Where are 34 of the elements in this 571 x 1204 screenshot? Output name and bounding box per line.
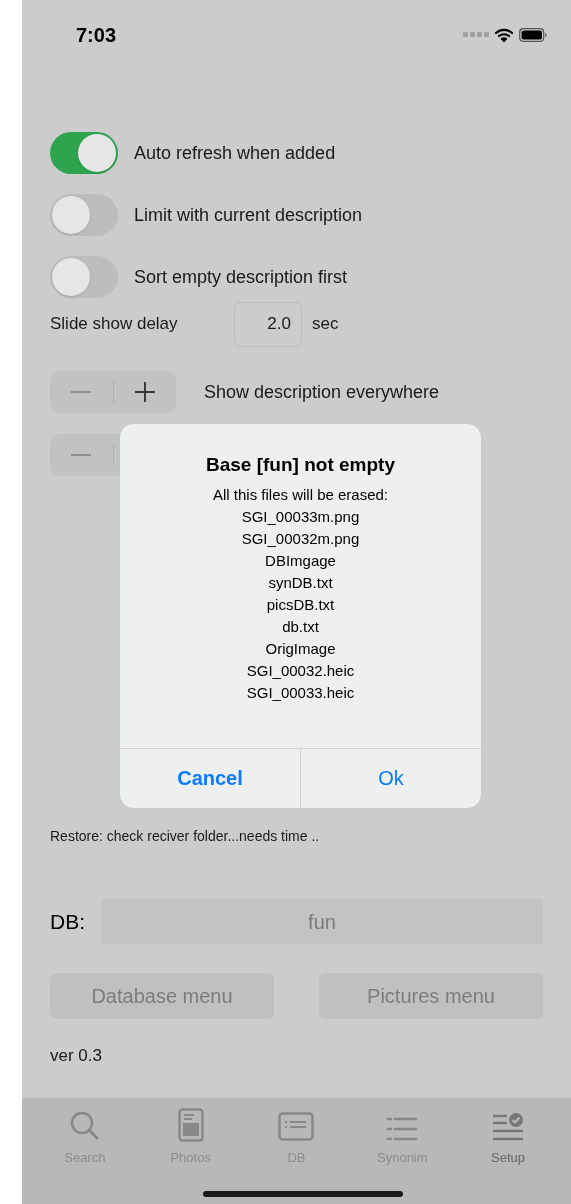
plus-icon: [134, 382, 155, 402]
stepper[interactable]: [50, 371, 176, 413]
menu-button[interactable]: Database menu: [50, 973, 274, 1019]
minus-icon: [71, 391, 92, 393]
battery-icon: [519, 28, 547, 42]
list-icon: [386, 1116, 419, 1142]
db-name-field[interactable]: fun: [101, 899, 543, 944]
alert-button[interactable]: Cancel: [120, 748, 300, 808]
minus-icon: [71, 454, 92, 456]
status-message: Restore: check reciver folder...needs time ..: [50, 827, 321, 846]
document-icon: [177, 1108, 204, 1142]
toggle-label: Limit with current description: [134, 203, 363, 227]
tab-item[interactable]: Setup: [455, 1106, 561, 1204]
delay-field[interactable]: 2.0: [234, 301, 302, 347]
signal-icon: [463, 32, 489, 38]
version-label: ver 0.3: [50, 1045, 103, 1067]
status-time: 7:03: [76, 23, 117, 48]
alert-button[interactable]: Ok: [300, 748, 481, 808]
toggle-label: Sort empty description first: [134, 265, 348, 289]
toggle-switch[interactable]: [50, 194, 118, 236]
list-card-icon: [278, 1112, 315, 1142]
checklist-icon: [492, 1112, 525, 1142]
slide-delay-label: Slide show delay: [50, 313, 179, 336]
alert-message: All this files will be erased: SGI_00033m.png SGI_00032m.png DBImgage synDB.txt picsDB.txt db.txt OrigImage SGI_00032.heic SGI_00033.heic: [212, 484, 389, 703]
stepper-label: Show description everywhere: [204, 380, 440, 404]
toggle-switch[interactable]: [50, 256, 118, 298]
menu-button[interactable]: Pictures menu: [319, 973, 543, 1019]
unit-label: sec: [312, 313, 339, 336]
alert-title: Base [fun] not empty: [206, 453, 395, 477]
toggle-switch[interactable]: [50, 132, 118, 174]
wifi-icon: [495, 28, 513, 42]
db-label: DB:: [50, 908, 86, 935]
toggle-label: Auto refresh when added: [134, 141, 336, 165]
search-icon: [68, 1110, 101, 1142]
